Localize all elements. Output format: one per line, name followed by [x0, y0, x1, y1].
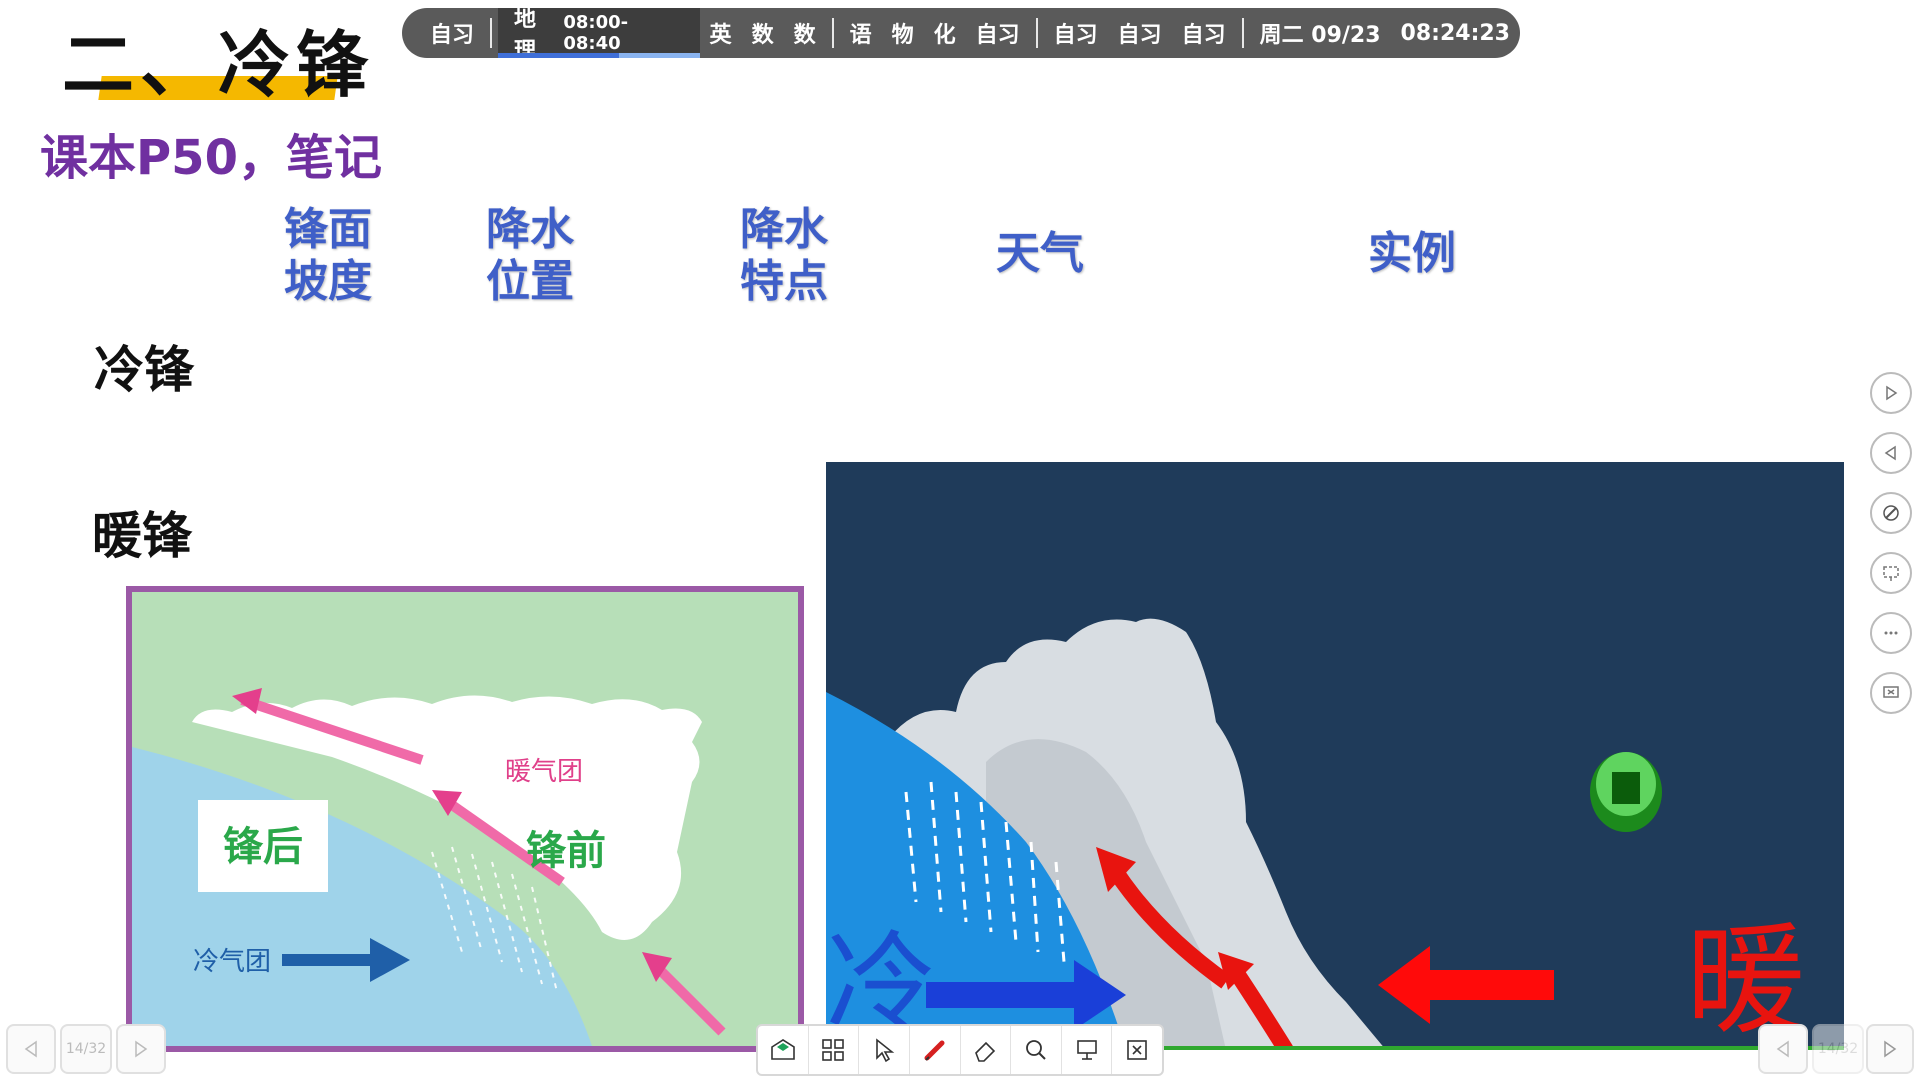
animation-stop-button[interactable] — [1590, 752, 1662, 832]
warm-air-mass-label: 暖气团 — [505, 756, 583, 786]
cold-air-mass-label: 冷气团 — [193, 946, 271, 976]
heading-line: 锋面 — [284, 204, 372, 255]
cursor-icon[interactable] — [859, 1026, 910, 1074]
schedule-item: 自习 — [1181, 23, 1226, 48]
row-label-warm-front: 暖锋 — [92, 506, 192, 565]
pen-icon[interactable] — [1870, 492, 1912, 534]
schedule-item: 数 — [793, 23, 816, 48]
chevron-right-icon — [1884, 1040, 1897, 1058]
magnifier-icon[interactable] — [1011, 1026, 1062, 1074]
column-heading-example: 实例 — [1368, 228, 1456, 279]
schedule-date: 周二 09/23 — [1259, 23, 1381, 48]
column-heading-precip-features: 降水 特点 — [740, 204, 828, 308]
schedule-item: 语 — [849, 23, 872, 48]
screen-select-icon[interactable] — [1870, 552, 1912, 594]
front-of-front-label: 锋前 — [526, 829, 606, 873]
presenter-icon[interactable] — [1062, 1026, 1113, 1074]
heading-line: 降水 — [486, 204, 574, 255]
next-page-button-left[interactable] — [116, 1024, 166, 1074]
schedule-divider — [831, 18, 834, 48]
column-heading-weather: 天气 — [996, 228, 1084, 279]
schedule-item: 自习 — [430, 23, 475, 48]
exit-screen-icon[interactable] — [1870, 672, 1912, 714]
class-progress-elapsed — [497, 53, 619, 58]
cold-front-animation: 冷 暖 — [826, 462, 1844, 1050]
behind-front-label: 锋后 — [223, 825, 303, 869]
schedule-item: 英 — [709, 23, 732, 48]
page-indicator-right[interactable]: 14/32 — [1812, 1024, 1864, 1074]
column-heading-front-slope: 锋面 坡度 — [284, 204, 372, 308]
schedule-item: 物 — [891, 23, 914, 48]
warm-front-diagram: 锋后 锋前 暖气团 冷气团 — [126, 586, 804, 1052]
close-slide-icon[interactable] — [1112, 1026, 1162, 1074]
chevron-left-icon — [24, 1040, 37, 1058]
heading-line: 特点 — [740, 256, 828, 307]
chevron-right-icon — [135, 1040, 148, 1058]
schedule-current-class[interactable]: 地理 08:00-08:40 — [497, 8, 700, 58]
heading-line: 坡度 — [284, 256, 372, 307]
schedule-item: 自习 — [1053, 23, 1098, 48]
schedule-clock: 08:24:23 — [1400, 20, 1510, 46]
current-class-time: 08:00-08:40 — [563, 12, 629, 54]
presentation-toolbar — [756, 1024, 1164, 1076]
class-schedule-bar: 自习 地理 08:00-08:40 英 数 数 语 物 化 自习 自习 自习 自… — [402, 8, 1520, 58]
cold-front-illustration: 冷 暖 — [826, 462, 1844, 1050]
heading-line: 降水 — [740, 204, 828, 255]
schedule-divider — [490, 18, 492, 48]
more-icon[interactable] — [1870, 612, 1912, 654]
schedule-item: 化 — [933, 23, 956, 48]
slide-subtitle: 课本P50，笔记 — [40, 130, 382, 186]
chevron-left-icon — [1776, 1040, 1789, 1058]
apps-grid-icon[interactable] — [809, 1026, 860, 1074]
schedule-item: 自习 — [975, 23, 1020, 48]
schedule-divider — [1241, 18, 1244, 48]
pen-tool-icon[interactable] — [910, 1026, 961, 1074]
schedule-item: 自习 — [1117, 23, 1162, 48]
next-page-button-right[interactable] — [1866, 1024, 1914, 1074]
row-label-cold-front: 冷锋 — [94, 340, 194, 399]
page-indicator-left[interactable]: 14/32 — [60, 1024, 112, 1074]
heading-line: 位置 — [486, 256, 574, 307]
class-progress-remaining — [618, 53, 700, 58]
schedule-divider — [1035, 18, 1038, 48]
slide-title: 二、冷锋 — [62, 23, 375, 107]
current-class-label: 地理 — [513, 8, 536, 58]
schedule-item: 数 — [751, 23, 774, 48]
prev-page-button-left[interactable] — [6, 1024, 56, 1074]
warm-front-illustration: 锋后 锋前 暖气团 冷气团 — [132, 688, 726, 1046]
eraser-icon[interactable] — [961, 1026, 1012, 1074]
column-heading-precip-position: 降水 位置 — [486, 204, 574, 308]
play-back-icon[interactable] — [1870, 432, 1912, 474]
prev-page-button-right[interactable] — [1758, 1024, 1808, 1074]
open-board-icon[interactable] — [758, 1026, 809, 1074]
play-forward-icon[interactable] — [1870, 372, 1912, 414]
